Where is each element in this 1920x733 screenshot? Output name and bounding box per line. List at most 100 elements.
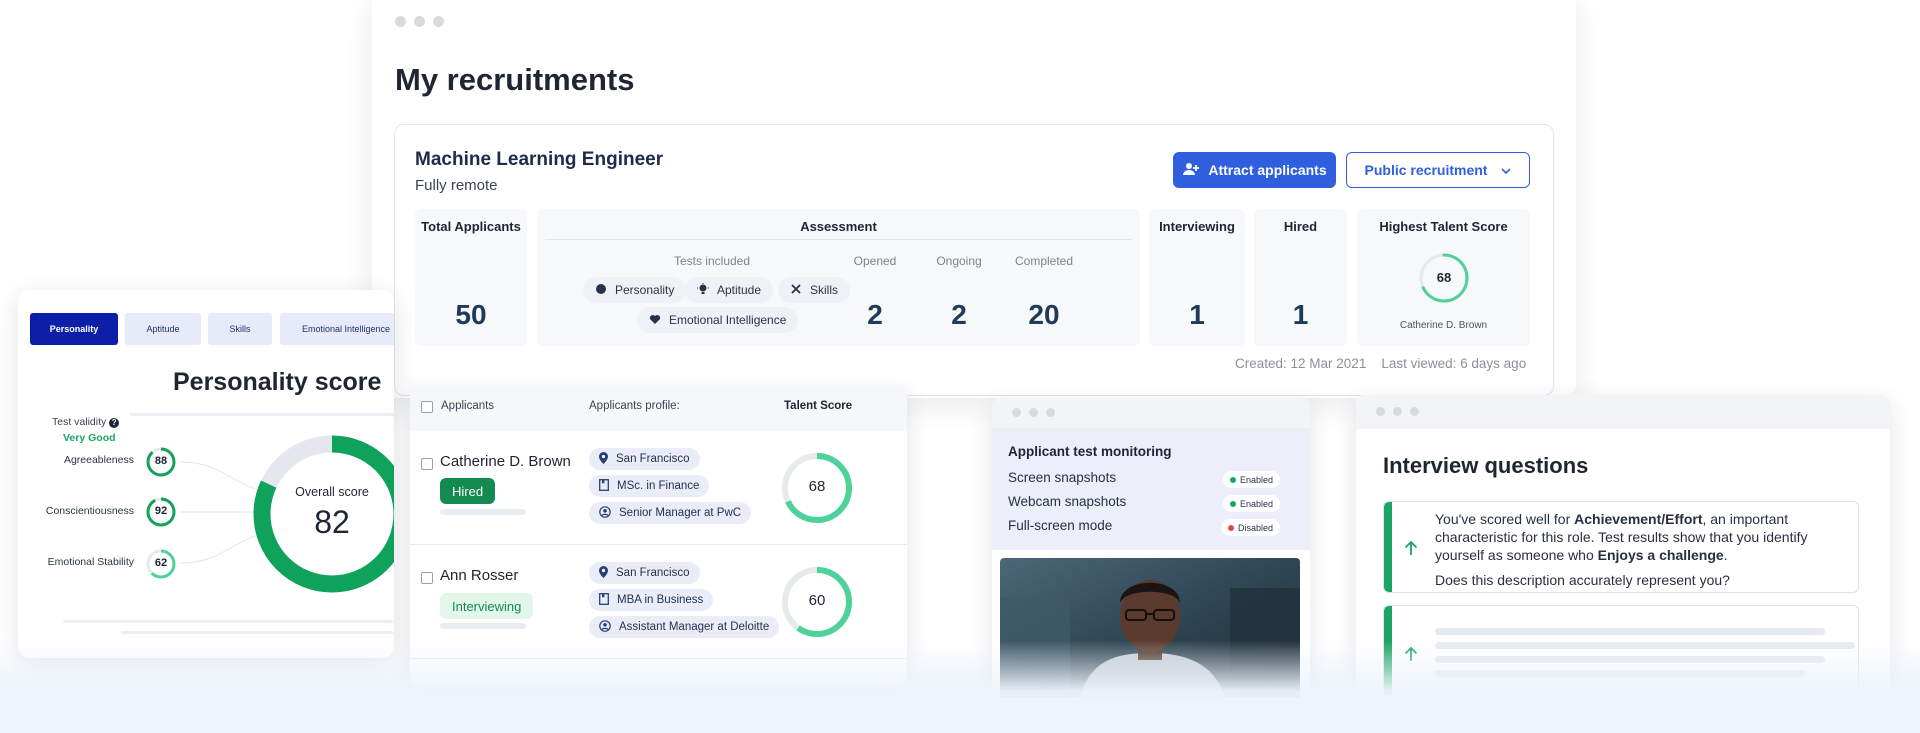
tools-icon xyxy=(790,283,802,298)
highest-score-name: Catherine D. Brown xyxy=(1399,320,1488,331)
test-chip-aptitude[interactable]: Aptitude xyxy=(685,277,774,303)
lightbulb-icon xyxy=(697,282,709,298)
attract-applicants-button[interactable]: Attract applicants xyxy=(1173,152,1336,188)
monitoring-settings: Applicant test monitoring Screen snapsho… xyxy=(992,428,1310,550)
status-badge[interactable]: Enabled xyxy=(1222,495,1280,512)
monitor-item-label: Webcam snapshots xyxy=(1008,494,1127,509)
window-titlebar xyxy=(1356,395,1890,429)
profile-chip-education: MSc. in Finance xyxy=(589,475,710,497)
job-subtitle: Fully remote xyxy=(415,177,498,194)
select-all-checkbox[interactable] xyxy=(421,401,433,413)
trait-score-conscientiousness: 92 xyxy=(154,505,168,517)
hired-box: Hired 1 xyxy=(1254,209,1347,346)
location-text: San Francisco xyxy=(616,453,690,465)
status-text: Enabled xyxy=(1239,498,1273,509)
placeholder-line xyxy=(1435,628,1825,635)
book-icon xyxy=(599,592,609,608)
assessment-label: Assessment xyxy=(800,219,877,234)
total-applicants-value: 50 xyxy=(455,299,487,330)
test-chip-personality[interactable]: Personality xyxy=(583,277,687,303)
total-applicants-label: Total Applicants xyxy=(421,219,521,234)
user-circle-icon xyxy=(599,505,611,521)
window-controls xyxy=(1376,407,1419,416)
trait-score-agreeableness: 88 xyxy=(154,455,168,467)
total-applicants-box: Total Applicants 50 xyxy=(415,209,527,346)
header-profile: Applicants profile: xyxy=(589,400,680,412)
personality-panel: Personality Aptitude Skills Emotional In… xyxy=(18,290,394,658)
profile-chip-location: San Francisco xyxy=(589,562,700,584)
test-validity-label: Test validity ? xyxy=(52,416,120,428)
applicants-table-header: Applicants Applicants profile: Talent Sc… xyxy=(410,387,907,431)
tests-included-label: Tests included xyxy=(673,254,751,268)
row-checkbox[interactable] xyxy=(421,458,433,470)
tab-aptitude[interactable]: Aptitude xyxy=(125,313,201,345)
profile-chip-education: MBA in Business xyxy=(589,589,714,611)
question-prompt: Does this description accurately represe… xyxy=(1435,572,1730,588)
chevron-down-icon xyxy=(1501,162,1512,178)
tab-personality[interactable]: Personality xyxy=(30,313,118,345)
highest-score-box: Highest Talent Score 68 Catherine D. Bro… xyxy=(1357,209,1530,346)
header-applicants: Applicants xyxy=(441,400,495,412)
tab-skills[interactable]: Skills xyxy=(208,313,272,345)
personality-score-title: Personality score xyxy=(173,368,382,396)
applicant-name[interactable]: Ann Rosser xyxy=(440,567,518,584)
location-text: San Francisco xyxy=(616,567,690,579)
assessment-divider xyxy=(545,239,1132,240)
trait-name-conscientiousness: Conscientiousness xyxy=(45,505,134,517)
interview-question-card[interactable]: You've scored well for Achievement/Effor… xyxy=(1383,501,1859,593)
trait-name-emotional-stability: Emotional Stability xyxy=(47,556,134,568)
recruitments-window: My recruitments Machine Learning Enginee… xyxy=(372,0,1576,398)
recruitment-meta: Created: 12 Mar 2021 Last viewed: 6 days… xyxy=(1235,356,1526,371)
row-checkbox[interactable] xyxy=(421,572,433,584)
job-title[interactable]: Machine Learning Engineer xyxy=(415,149,663,171)
add-user-icon xyxy=(1182,162,1200,179)
profile-chip-role: Senior Manager at PwC xyxy=(589,502,752,524)
page-title: My recruitments xyxy=(395,62,635,97)
bottom-fade xyxy=(0,640,1920,733)
applicant-name[interactable]: Catherine D. Brown xyxy=(440,453,571,470)
question-highlight: Achievement/Effort xyxy=(1574,511,1703,527)
completed-value: 20 xyxy=(1028,299,1060,330)
placeholder-line xyxy=(121,631,393,634)
highest-score-value: 68 xyxy=(1436,270,1452,285)
interviewing-label: Interviewing xyxy=(1159,219,1235,234)
status-badge: Hired xyxy=(440,478,496,504)
test-chip-emotional-intelligence[interactable]: Emotional Intelligence xyxy=(637,307,799,333)
role-text: Assistant Manager at Deloitte xyxy=(619,621,770,633)
education-text: MBA in Business xyxy=(617,594,704,606)
location-pin-icon xyxy=(599,451,608,467)
talent-score-value: 60 xyxy=(808,592,826,609)
trait-score-emotional-stability: 62 xyxy=(154,557,168,569)
brain-icon xyxy=(595,283,607,298)
heart-icon xyxy=(649,313,661,328)
trait-name-agreeableness: Agreeableness xyxy=(63,454,134,466)
recruitment-card[interactable]: Machine Learning Engineer Fully remote A… xyxy=(394,124,1554,396)
status-badge[interactable]: Enabled xyxy=(1222,471,1280,488)
profile-chip-role: Assistant Manager at Deloitte xyxy=(589,616,780,638)
public-recruitment-label: Public recruitment xyxy=(1364,162,1488,178)
status-badge[interactable]: Disabled xyxy=(1220,519,1280,536)
overall-score-label: Overall score xyxy=(295,485,369,499)
highest-score-label: Highest Talent Score xyxy=(1379,219,1508,234)
assessment-box: Assessment Tests included Personality Ap… xyxy=(537,209,1140,346)
card-accent xyxy=(1384,502,1392,592)
created-date: Created: 12 Mar 2021 xyxy=(1235,356,1367,371)
public-recruitment-dropdown[interactable]: Public recruitment xyxy=(1346,152,1530,188)
interviewing-box: Interviewing 1 xyxy=(1149,209,1245,346)
tab-emotional-intelligence[interactable]: Emotional Intelligence xyxy=(280,313,394,345)
test-validity-text: Test validity xyxy=(52,416,107,428)
status-text: Disabled xyxy=(1237,522,1273,533)
window-controls xyxy=(1012,408,1055,417)
test-chip-label: Aptitude xyxy=(717,283,762,297)
role-text: Senior Manager at PwC xyxy=(619,507,742,519)
help-icon[interactable]: ? xyxy=(109,418,120,428)
table-row[interactable]: Catherine D. Brown Hired San Francisco M… xyxy=(410,431,907,545)
completed-label: Completed xyxy=(1014,254,1074,268)
validity-track xyxy=(130,413,394,416)
user-circle-icon xyxy=(599,619,611,635)
book-icon xyxy=(599,478,609,494)
hired-value: 1 xyxy=(1292,299,1309,330)
test-chip-label: Skills xyxy=(810,283,839,297)
test-validity-value: Very Good xyxy=(63,432,116,444)
placeholder-line xyxy=(440,509,526,515)
